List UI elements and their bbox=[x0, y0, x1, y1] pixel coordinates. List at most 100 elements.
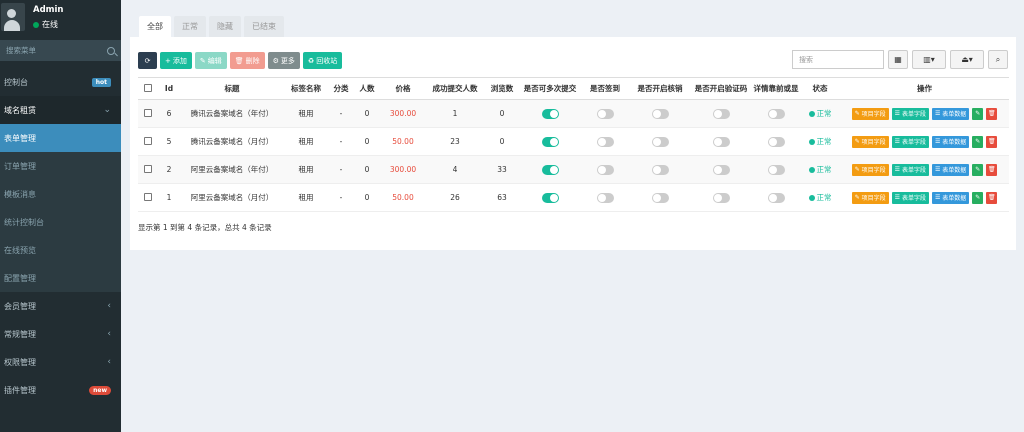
sign-in-toggle[interactable] bbox=[596, 164, 614, 175]
tab-all[interactable]: 全部 bbox=[139, 16, 171, 37]
multi-submit-toggle[interactable] bbox=[541, 136, 559, 147]
filter-tabs: 全部 正常 隐藏 已结束 bbox=[130, 8, 1016, 37]
columns-button[interactable]: ▥▾ bbox=[912, 50, 946, 69]
sidebar-item-form-manage[interactable]: 表单管理 bbox=[0, 124, 121, 152]
recycle-bin-button[interactable]: ♻ 回收站 bbox=[302, 52, 343, 69]
delete-row-button[interactable]: 🗑 bbox=[986, 135, 998, 148]
project-field-button[interactable]: ✎ 项目字段 bbox=[851, 135, 889, 148]
sidebar-item-dashboard[interactable]: 控制台 hot bbox=[0, 68, 121, 96]
cell-success: 26 bbox=[426, 183, 484, 212]
sidebar-search[interactable]: 搜索菜单 bbox=[0, 40, 121, 61]
tab-hidden[interactable]: 隐藏 bbox=[209, 16, 241, 37]
chevron-down-icon: ⌄ bbox=[103, 105, 111, 115]
sidebar-item-plugins[interactable]: 插件管理 new bbox=[0, 376, 121, 404]
form-field-button[interactable]: ☰ 表单字段 bbox=[891, 135, 929, 148]
status-dot-icon bbox=[808, 110, 815, 117]
detail-toggle[interactable] bbox=[767, 164, 785, 175]
form-table: Id 标题 标签名称 分类 人数 价格 成功提交人数 浏览数 是否可多次提交 是… bbox=[138, 77, 1009, 212]
form-data-button[interactable]: ☰ 表单数据 bbox=[931, 191, 970, 204]
delete-row-button[interactable]: 🗑 bbox=[986, 191, 998, 204]
sidebar-item-stats[interactable]: 统计控制台 bbox=[0, 208, 121, 236]
edit-button[interactable]: ✎ 编辑 bbox=[194, 52, 227, 69]
sidebar-item-domain[interactable]: 域名租赁 ⌄ bbox=[0, 96, 121, 124]
status-badge: 正常 bbox=[808, 136, 832, 147]
form-data-button[interactable]: ☰ 表单数据 bbox=[931, 135, 970, 148]
tab-normal[interactable]: 正常 bbox=[174, 16, 206, 37]
detail-toggle[interactable] bbox=[767, 192, 785, 203]
cell-id: 1 bbox=[158, 183, 180, 212]
multi-submit-toggle[interactable] bbox=[541, 164, 559, 175]
sign-in-toggle[interactable] bbox=[596, 136, 614, 147]
project-field-button[interactable]: ✎ 项目字段 bbox=[851, 191, 889, 204]
sidebar-item-orders[interactable]: 订单管理 bbox=[0, 152, 121, 180]
search-button[interactable]: ⌕ bbox=[988, 50, 1008, 69]
export-button[interactable]: ⏏▾ bbox=[950, 50, 984, 69]
sign-in-toggle[interactable] bbox=[596, 192, 614, 203]
edit-row-button[interactable]: ✎ bbox=[972, 135, 984, 148]
multi-submit-toggle[interactable] bbox=[541, 108, 559, 119]
project-field-button[interactable]: ✎ 项目字段 bbox=[851, 163, 889, 176]
sign-in-toggle[interactable] bbox=[596, 108, 614, 119]
search-input[interactable]: 搜索 bbox=[792, 50, 884, 69]
captcha-toggle[interactable] bbox=[712, 192, 730, 203]
trash-icon: 🗑 bbox=[234, 56, 244, 65]
sidebar-item-config[interactable]: 配置管理 bbox=[0, 264, 121, 292]
delete-row-button[interactable]: 🗑 bbox=[986, 163, 998, 176]
cell-title: 阿里云备案域名（年付） bbox=[180, 155, 284, 184]
sidebar-item-general[interactable]: 常规管理 ‹ bbox=[0, 320, 121, 348]
multi-submit-toggle[interactable] bbox=[541, 192, 559, 203]
form-field-button[interactable]: ☰ 表单字段 bbox=[891, 163, 929, 176]
col-header: 是否签到 bbox=[580, 77, 630, 100]
edit-row-button[interactable]: ✎ bbox=[972, 107, 984, 120]
row-checkbox[interactable] bbox=[144, 192, 152, 201]
sidebar-item-preview[interactable]: 在线预览 bbox=[0, 236, 121, 264]
cell-title: 腾讯云备案域名（月付） bbox=[180, 127, 284, 156]
sidebar-item-members[interactable]: 会员管理 ‹ bbox=[0, 292, 121, 320]
form-field-button[interactable]: ☰ 表单字段 bbox=[891, 191, 929, 204]
project-field-button[interactable]: ✎ 项目字段 bbox=[851, 107, 889, 120]
detail-toggle[interactable] bbox=[767, 136, 785, 147]
edit-row-button[interactable]: ✎ bbox=[972, 163, 984, 176]
tab-ended[interactable]: 已结束 bbox=[244, 16, 284, 37]
row-actions: ✎ 项目字段 ☰ 表单字段 ☰ 表单数据 ✎ 🗑 bbox=[851, 163, 998, 176]
main-panel: 全部 正常 隐藏 已结束 ⟳ + 添加 ✎ 编辑 🗑 删除 ⚙ 更多 ♻ 回收站 搜索 ▦… bbox=[130, 8, 1016, 250]
select-all-checkbox-cell[interactable] bbox=[138, 77, 158, 100]
verify-toggle[interactable] bbox=[651, 192, 669, 203]
row-actions: ✎ 项目字段 ☰ 表单字段 ☰ 表单数据 ✎ 🗑 bbox=[851, 107, 998, 120]
sidebar: Admin 在线 搜索菜单 控制台 hot 域名租赁 ⌄ 表单管理 订单管理 模板消… bbox=[0, 0, 121, 432]
captcha-toggle[interactable] bbox=[712, 164, 730, 175]
delete-row-button[interactable]: 🗑 bbox=[986, 107, 998, 120]
gear-icon: ⚙ bbox=[272, 56, 279, 65]
row-checkbox[interactable] bbox=[144, 136, 152, 145]
form-field-button[interactable]: ☰ 表单字段 bbox=[891, 107, 929, 120]
detail-toggle[interactable] bbox=[767, 108, 785, 119]
form-data-button[interactable]: ☰ 表单数据 bbox=[931, 163, 970, 176]
add-button[interactable]: + 添加 bbox=[160, 52, 192, 69]
table-icon: ▦ bbox=[894, 55, 902, 64]
toggle-view-button[interactable]: ▦ bbox=[888, 50, 908, 69]
refresh-button[interactable]: ⟳ bbox=[138, 52, 157, 69]
select-all-checkbox[interactable] bbox=[144, 83, 152, 92]
export-icon: ⏏▾ bbox=[961, 55, 973, 64]
row-checkbox[interactable] bbox=[144, 164, 152, 173]
cell-success: 23 bbox=[426, 127, 484, 156]
more-button[interactable]: ⚙ 更多 bbox=[267, 52, 300, 69]
status-dot-icon bbox=[808, 138, 815, 145]
table-row: 2 阿里云备案域名（年付） 租用 -0 300.00 4 33 正常 ✎ 项目字段 ☰ 表单字段 ☰… bbox=[138, 155, 1009, 184]
col-header: 操作 bbox=[840, 77, 1009, 100]
cell-tag: 租用 bbox=[284, 127, 328, 156]
verify-toggle[interactable] bbox=[651, 136, 669, 147]
sidebar-item-auth[interactable]: 权限管理 ‹ bbox=[0, 348, 121, 376]
verify-toggle[interactable] bbox=[651, 164, 669, 175]
captcha-toggle[interactable] bbox=[712, 136, 730, 147]
row-actions: ✎ 项目字段 ☰ 表单字段 ☰ 表单数据 ✎ 🗑 bbox=[851, 191, 998, 204]
sidebar-item-template[interactable]: 模板消息 bbox=[0, 180, 121, 208]
captcha-toggle[interactable] bbox=[712, 108, 730, 119]
search-icon[interactable] bbox=[107, 46, 115, 55]
form-data-button[interactable]: ☰ 表单数据 bbox=[931, 107, 970, 120]
edit-row-button[interactable]: ✎ bbox=[972, 191, 984, 204]
delete-button[interactable]: 🗑 删除 bbox=[229, 52, 265, 69]
cell-price: 50.00 bbox=[380, 127, 426, 156]
row-checkbox[interactable] bbox=[144, 108, 152, 117]
verify-toggle[interactable] bbox=[651, 108, 669, 119]
